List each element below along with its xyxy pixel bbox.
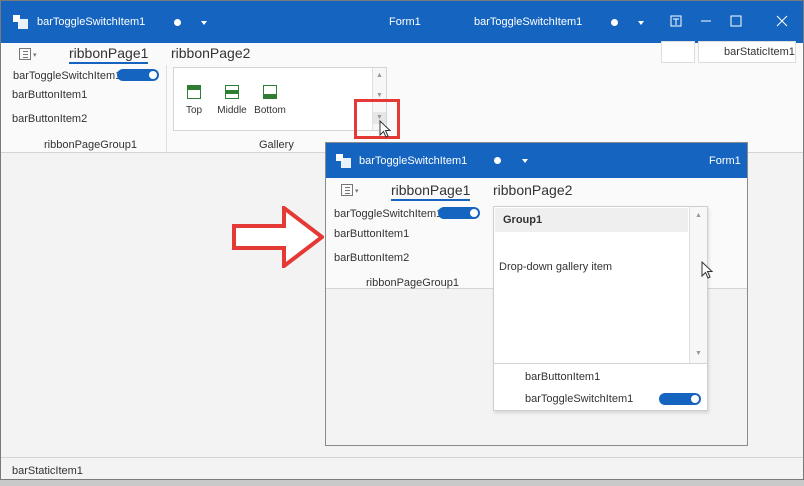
- front-title-right: Form1: [709, 155, 741, 167]
- scroll-up-icon[interactable]: ▲: [373, 70, 386, 82]
- dropdown-menu-item-button1[interactable]: barButtonItem1: [525, 371, 600, 383]
- ribbon-page-group-label: ribbonPageGroup1: [366, 277, 459, 289]
- align-top-icon: [187, 85, 201, 99]
- application-menu-icon[interactable]: [19, 48, 31, 60]
- front-title-left: barToggleSwitchItem1: [359, 155, 468, 167]
- dropdown-toggle-switch[interactable]: [659, 393, 701, 405]
- app-icon: [336, 154, 352, 168]
- back-title-left: barToggleSwitchItem1: [37, 16, 146, 28]
- arrow-right-icon: [232, 203, 326, 271]
- top-right-blank-button[interactable]: [661, 41, 695, 63]
- back-title-center: Form1: [389, 16, 421, 28]
- highlight-box: [354, 99, 400, 139]
- bar-static-item-status: barStaticItem1: [12, 465, 83, 477]
- gallery-group-header: Group1: [495, 208, 688, 232]
- dropdown-menu-item-toggle[interactable]: barToggleSwitchItem1: [525, 393, 633, 405]
- tab-ribbonpage1[interactable]: ribbonPage1: [69, 45, 149, 64]
- maximize-icon[interactable]: [728, 14, 744, 30]
- ribbon-page-group-label: ribbonPageGroup1: [44, 139, 137, 151]
- dropdown-gallery-item[interactable]: Drop-down gallery item: [499, 261, 612, 273]
- toggle-switch[interactable]: [117, 69, 159, 81]
- caret-down-icon[interactable]: [638, 21, 644, 25]
- dot-icon[interactable]: [611, 19, 618, 26]
- align-middle-icon: [225, 85, 239, 99]
- dropdown-separator: [494, 363, 707, 364]
- chevron-down-icon[interactable]: ▾: [355, 187, 359, 195]
- mouse-cursor-icon: [379, 119, 392, 141]
- minimize-icon[interactable]: [698, 14, 714, 30]
- scroll-down-icon[interactable]: ▼: [690, 348, 707, 360]
- back-title-bar[interactable]: barToggleSwitchItem1 Form1 barToggleSwit…: [1, 1, 803, 43]
- tab-ribbonpage2[interactable]: ribbonPage2: [171, 45, 250, 61]
- scroll-up-icon[interactable]: ▲: [690, 210, 707, 222]
- chevron-down-icon[interactable]: ▾: [33, 51, 37, 59]
- align-bottom-icon: [263, 85, 277, 99]
- close-icon[interactable]: [774, 14, 790, 30]
- dot-icon[interactable]: [174, 19, 181, 26]
- application-menu-icon[interactable]: [341, 184, 353, 196]
- bar-button-item1[interactable]: barButtonItem1: [12, 89, 87, 101]
- dropdown-scrollbar[interactable]: ▲ ▼: [689, 207, 707, 363]
- back-ribbon: ▾ ribbonPage1 ribbonPage2 barStaticItem1…: [1, 41, 803, 153]
- front-title-bar[interactable]: barToggleSwitchItem1 Form1: [326, 143, 747, 178]
- back-status-bar: barStaticItem1: [1, 457, 803, 479]
- tab-ribbonpage1[interactable]: ribbonPage1: [391, 182, 471, 201]
- bar-button-item2[interactable]: barButtonItem2: [334, 252, 409, 264]
- gallery-group-label: Gallery: [259, 139, 294, 151]
- dropdown-gallery-popup: Group1 Drop-down gallery item ▲ ▼ barBut…: [493, 206, 714, 411]
- bar-button-item2[interactable]: barButtonItem2: [12, 113, 87, 125]
- bar-button-item1[interactable]: barButtonItem1: [334, 228, 409, 240]
- bar-static-item-top-label: barStaticItem1: [724, 46, 795, 58]
- caret-down-icon[interactable]: [522, 159, 528, 163]
- group-separator: [166, 65, 167, 153]
- toggle-switch[interactable]: [438, 207, 480, 219]
- tab-ribbonpage2[interactable]: ribbonPage2: [493, 182, 572, 198]
- pin-icon[interactable]: [668, 14, 684, 30]
- mouse-cursor-icon: [701, 260, 714, 282]
- app-icon: [13, 15, 29, 29]
- dot-icon[interactable]: [494, 157, 501, 164]
- caret-down-icon[interactable]: [201, 21, 207, 25]
- toggle-switch-label: barToggleSwitchItem1: [13, 70, 122, 82]
- back-title-right: barToggleSwitchItem1: [474, 16, 583, 28]
- toggle-switch-label: barToggleSwitchItem1: [334, 208, 443, 220]
